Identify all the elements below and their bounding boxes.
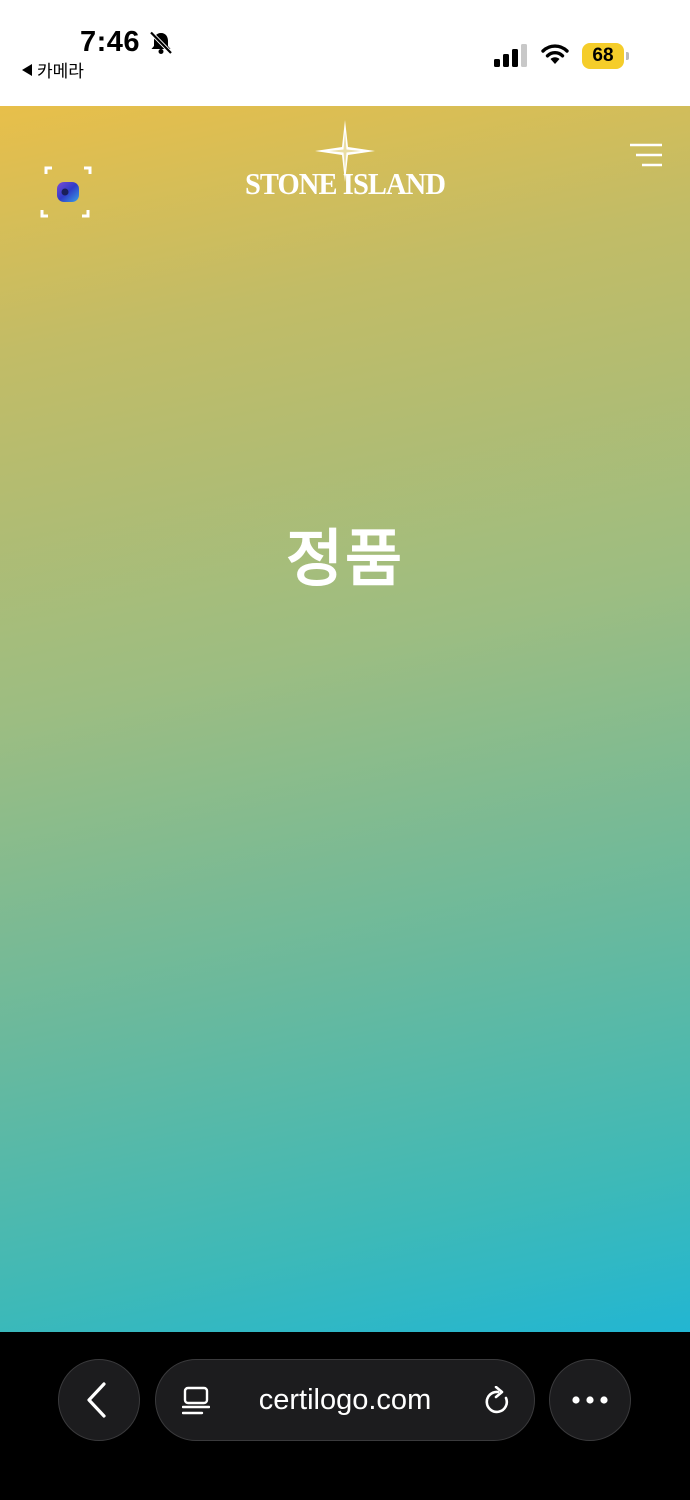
- more-icon: [572, 1396, 608, 1404]
- battery-indicator: 68: [582, 43, 629, 69]
- back-app-label: 카메라: [37, 62, 84, 81]
- battery-level: 68: [582, 43, 624, 69]
- url-text: certilogo.com: [258, 1383, 432, 1416]
- status-bar: 7:46 카메라 68: [0, 0, 690, 106]
- result-panel: STONE ISLAND 정품: [0, 106, 690, 1332]
- battery-cap: [626, 52, 629, 60]
- brand-name: STONE ISLAND: [244, 166, 446, 201]
- back-to-app-link[interactable]: 카메라: [22, 57, 84, 82]
- menu-icon[interactable]: [628, 143, 664, 167]
- bell-slash-icon: [149, 31, 173, 55]
- browser-back-button[interactable]: [58, 1359, 140, 1441]
- back-arrow-icon: [22, 63, 32, 76]
- authenticity-result: 정품: [285, 522, 405, 595]
- wifi-icon: [541, 44, 569, 64]
- back-chevron-icon: [87, 1382, 106, 1418]
- more-options-button[interactable]: [549, 1359, 631, 1441]
- scan-icon[interactable]: [38, 164, 98, 222]
- reload-icon[interactable]: [484, 1386, 512, 1416]
- browser-toolbar: certilogo.com: [0, 1332, 690, 1500]
- signal-icon: [494, 44, 527, 67]
- address-bar[interactable]: certilogo.com: [155, 1359, 535, 1441]
- status-time: 7:46: [80, 26, 141, 58]
- brand-logo: STONE ISLAND: [236, 120, 454, 201]
